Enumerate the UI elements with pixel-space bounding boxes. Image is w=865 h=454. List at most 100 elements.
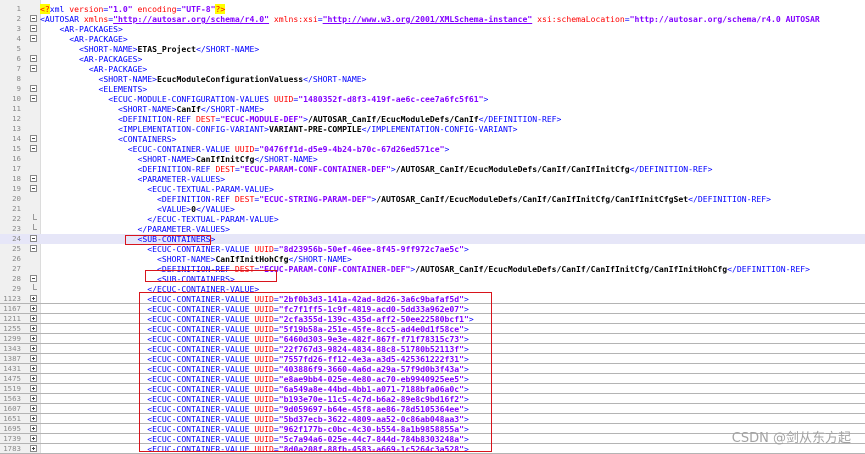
code-line[interactable]: 1387 <ECUC-CONTAINER-VALUE UUID="7557fd2… <box>0 354 865 364</box>
code-line[interactable]: 26 <SHORT-NAME>CanIfInitHohCfg</SHORT-NA… <box>0 254 865 264</box>
code-line[interactable]: 1607 <ECUC-CONTAINER-VALUE UUID="9d05969… <box>0 404 865 414</box>
xml-tag: <ELEMENTS> <box>40 84 148 94</box>
fold-expand-icon[interactable] <box>30 395 37 402</box>
line-number: 4 <box>16 34 21 43</box>
code-line[interactable]: 18 <PARAMETER-VALUES> <box>0 174 865 184</box>
code-line[interactable]: 1255 <ECUC-CONTAINER-VALUE UUID="5f19b58… <box>0 324 865 334</box>
code-line[interactable]: 1519 <ECUC-CONTAINER-VALUE UUID="6a549a8… <box>0 384 865 394</box>
xml-attribute-value: "403886f9-3660-4a6d-a29a-57f9d0b3f43a" <box>278 364 464 374</box>
code-line[interactable]: 1123 <ECUC-CONTAINER-VALUE UUID="2bf0b3d… <box>0 294 865 304</box>
xml-tag: > <box>444 144 450 154</box>
code-line[interactable]: 1563 <ECUC-CONTAINER-VALUE UUID="b193e70… <box>0 394 865 404</box>
fold-expand-icon[interactable] <box>30 345 37 352</box>
fold-collapse-icon[interactable] <box>30 55 37 62</box>
code-line[interactable]: 16 <SHORT-NAME>CanIfInitCfg</SHORT-NAME> <box>0 154 865 164</box>
code-line[interactable]: 23 </PARAMETER-VALUES> <box>0 224 865 234</box>
fold-expand-icon[interactable] <box>30 315 37 322</box>
xml-tag: > <box>463 344 469 354</box>
line-number: 2 <box>16 14 21 23</box>
line-code: <ECUC-CONTAINER-VALUE UUID="8d23956b-50e… <box>40 244 469 254</box>
xml-tag: </ECUC-TEXTUAL-PARAM-VALUE> <box>40 214 279 224</box>
fold-expand-icon[interactable] <box>30 445 37 452</box>
code-line[interactable]: 11 <SHORT-NAME>CanIf</SHORT-NAME> <box>0 104 865 114</box>
code-line[interactable]: 27 <DEFINITION-REF DEST="ECUC-PARAM-CONF… <box>0 264 865 274</box>
code-line[interactable]: 1 <?xml version="1.0" encoding="UTF-8"?> <box>0 4 865 14</box>
xml-tag: <SHORT-NAME> <box>40 44 138 54</box>
xml-attribute: UUID <box>254 244 274 254</box>
fold-collapse-icon[interactable] <box>30 175 37 182</box>
line-number: 1651 <box>3 414 21 423</box>
line-number: 1 <box>16 4 21 13</box>
code-line[interactable]: 24 <SUB-CONTAINERS> <box>0 234 865 244</box>
code-line[interactable]: 20 <DEFINITION-REF DEST="ECUC-STRING-PAR… <box>0 194 865 204</box>
fold-collapse-icon[interactable] <box>30 35 37 42</box>
fold-expand-icon[interactable] <box>30 365 37 372</box>
fold-collapse-icon[interactable] <box>30 275 37 282</box>
code-line[interactable]: 1167 <ECUC-CONTAINER-VALUE UUID="fc7f1ff… <box>0 304 865 314</box>
xml-tag: > <box>463 424 469 434</box>
fold-collapse-icon[interactable] <box>30 185 37 192</box>
code-line[interactable]: 29 </ECUC-CONTAINER-VALUE> <box>0 284 865 294</box>
code-line[interactable]: 5 <SHORT-NAME>ETAS_Project</SHORT-NAME> <box>0 44 865 54</box>
code-line[interactable]: 17 <DEFINITION-REF DEST="ECUC-PARAM-CONF… <box>0 164 865 174</box>
code-line[interactable]: 1651 <ECUC-CONTAINER-VALUE UUID="5bd37ec… <box>0 414 865 424</box>
code-line[interactable]: 8 <SHORT-NAME>EcucModuleConfigurationVal… <box>0 74 865 84</box>
xml-editor[interactable]: 1 <?xml version="1.0" encoding="UTF-8"?> 2… <box>0 0 865 454</box>
code-line[interactable]: 12 <DEFINITION-REF DEST="ECUC-MODULE-DEF… <box>0 114 865 124</box>
fold-collapse-icon[interactable] <box>30 65 37 72</box>
code-line[interactable]: 21 <VALUE>0</VALUE> <box>0 204 865 214</box>
line-code: <ECUC-CONTAINER-VALUE UUID="9d059697-b64… <box>40 404 469 414</box>
fold-collapse-icon[interactable] <box>30 25 37 32</box>
code-line[interactable]: 7 <AR-PACKAGE> <box>0 64 865 74</box>
line-number: 22 <box>12 214 21 223</box>
code-line[interactable]: 10 <ECUC-MODULE-CONFIGURATION-VALUES UUI… <box>0 94 865 104</box>
code-line[interactable]: 13 <IMPLEMENTATION-CONFIG-VARIANT>VARIAN… <box>0 124 865 134</box>
line-code: <DEFINITION-REF DEST="ECUC-PARAM-CONF-CO… <box>40 264 810 274</box>
xml-attribute: UUID <box>254 434 274 444</box>
fold-expand-icon[interactable] <box>30 355 37 362</box>
code-line[interactable]: 22 </ECUC-TEXTUAL-PARAM-VALUE> <box>0 214 865 224</box>
fold-expand-icon[interactable] <box>30 295 37 302</box>
fold-expand-icon[interactable] <box>30 425 37 432</box>
fold-collapse-icon[interactable] <box>30 85 37 92</box>
fold-expand-icon[interactable] <box>30 375 37 382</box>
code-line[interactable]: 1299 <ECUC-CONTAINER-VALUE UUID="6460d30… <box>0 334 865 344</box>
fold-expand-icon[interactable] <box>30 385 37 392</box>
code-line[interactable]: 14 <CONTAINERS> <box>0 134 865 144</box>
xml-tag: <SHORT-NAME> <box>40 254 216 264</box>
xml-tag: </SHORT-NAME> <box>303 74 367 84</box>
xml-attribute: DEST <box>234 264 255 274</box>
xml-tag: <ECUC-CONTAINER-VALUE <box>40 334 255 344</box>
fold-collapse-icon[interactable] <box>30 135 37 142</box>
code-line[interactable]: 2 <AUTOSAR xmlns="http://autosar.org/sche… <box>0 14 865 24</box>
code-line[interactable]: 28 <SUB-CONTAINERS> <box>0 274 865 284</box>
xml-tag: </PARAMETER-VALUES> <box>40 224 231 234</box>
code-line[interactable]: 15 <ECUC-CONTAINER-VALUE UUID="0476ff1d-… <box>0 144 865 154</box>
code-line[interactable]: 9 <ELEMENTS> <box>0 84 865 94</box>
fold-collapse-icon[interactable] <box>30 235 37 242</box>
code-line[interactable]: 4 <AR-PACKAGE> <box>0 34 865 44</box>
code-line[interactable]: 25 <ECUC-CONTAINER-VALUE UUID="8d23956b-… <box>0 244 865 254</box>
fold-expand-icon[interactable] <box>30 335 37 342</box>
fold-collapse-icon[interactable] <box>30 95 37 102</box>
xml-attribute-value: "7557fd26-ff12-4e3a-a3d5-425361222f31" <box>278 354 464 364</box>
fold-expand-icon[interactable] <box>30 305 37 312</box>
line-number: 11 <box>12 104 21 113</box>
code-line[interactable]: 1343 <ECUC-CONTAINER-VALUE UUID="22f767d… <box>0 344 865 354</box>
code-line[interactable]: 1431 <ECUC-CONTAINER-VALUE UUID="403886f… <box>0 364 865 374</box>
fold-expand-icon[interactable] <box>30 435 37 442</box>
fold-collapse-icon[interactable] <box>30 245 37 252</box>
code-line[interactable]: 19 <ECUC-TEXTUAL-PARAM-VALUE> <box>0 184 865 194</box>
code-line[interactable]: 6 <AR-PACKAGES> <box>0 54 865 64</box>
fold-collapse-icon[interactable] <box>30 15 37 22</box>
fold-expand-icon[interactable] <box>30 325 37 332</box>
xml-tag: <SHORT-NAME> <box>40 74 157 84</box>
fold-expand-icon[interactable] <box>30 415 37 422</box>
line-code: <ECUC-CONTAINER-VALUE UUID="2bf0b3d3-141… <box>40 294 469 304</box>
code-line[interactable]: 1475 <ECUC-CONTAINER-VALUE UUID="e8ae9bb… <box>0 374 865 384</box>
code-line[interactable]: 1211 <ECUC-CONTAINER-VALUE UUID="2cfa355… <box>0 314 865 324</box>
xml-tag: <ECUC-CONTAINER-VALUE <box>40 304 255 314</box>
fold-collapse-icon[interactable] <box>30 145 37 152</box>
code-line[interactable]: 3 <AR-PACKAGES> <box>0 24 865 34</box>
fold-expand-icon[interactable] <box>30 405 37 412</box>
